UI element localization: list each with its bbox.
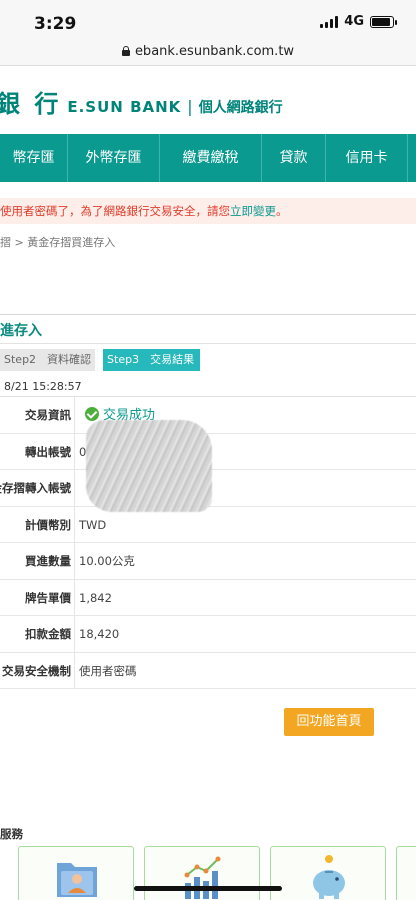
battery-icon — [370, 15, 397, 28]
detail-value: 10.00公克 — [74, 543, 416, 579]
service-tile-profile[interactable] — [18, 846, 134, 900]
detail-value: 1,842 — [74, 579, 416, 615]
detail-value: 使用者密碼 — [74, 652, 416, 688]
browser-url-bar[interactable]: ebank.esunbank.com.tw — [0, 40, 416, 66]
nav-item-foreign-deposit[interactable]: 外幣存匯 — [68, 134, 160, 182]
nav-item-credit-card[interactable]: 信用卡 — [326, 134, 408, 182]
notice-tail: 。 — [276, 204, 288, 218]
detail-label: 交易安全機制 — [2, 663, 71, 678]
detail-value: 18,420 — [74, 616, 416, 652]
service-tile-investment[interactable] — [144, 846, 260, 900]
brand-english: E.SUN BANK — [67, 98, 182, 116]
step-3: Step3 交易結果 — [103, 349, 201, 371]
profile-folder-icon — [57, 863, 97, 897]
detail-row: 買進數量 10.00公克 — [0, 543, 416, 580]
brand-subtitle: 個人網路銀行 — [198, 100, 283, 116]
breadcrumb: 摺 > 黃金存摺買進存入 — [0, 236, 116, 249]
detail-row: 扣款金額 18,420 — [0, 616, 416, 653]
piggy-bank-icon — [313, 855, 345, 899]
lock-icon — [121, 46, 130, 56]
nav-item-twd-deposit[interactable]: 幣存匯 — [0, 134, 68, 182]
step-2: Step2 資料確認 — [0, 349, 96, 371]
title-underline — [0, 343, 416, 344]
detail-row: 計價幣別 TWD — [0, 506, 416, 543]
check-circle-icon — [85, 407, 99, 421]
nav-item-loans[interactable]: 貸款 — [262, 134, 326, 182]
detail-label: 金存摺轉入帳號 — [0, 481, 71, 495]
detail-label: 牌告單價 — [25, 590, 71, 605]
change-password-link[interactable]: 立即變更 — [230, 204, 276, 218]
main-nav: 幣存匯 外幣存匯 繳費繳稅 貸款 信用卡 — [0, 134, 416, 182]
transaction-timestamp: 8/21 15:28:57 — [4, 380, 82, 393]
detail-label: 買進數量 — [25, 554, 71, 568]
bank-logo[interactable]: 銀 行 E.SUN BANK | 個人網路銀行 — [0, 84, 283, 118]
status-indicators: 4G — [320, 14, 397, 29]
brand-chinese: 銀 行 — [0, 90, 62, 118]
network-label: 4G — [344, 14, 364, 29]
step-indicator: Step2 資料確認 Step3 交易結果 — [0, 349, 201, 371]
status-time: 3:29 — [34, 14, 77, 34]
detail-row: 交易安全機制 使用者密碼 — [0, 652, 416, 689]
signal-icon — [320, 15, 339, 28]
detail-label: 計價幣別 — [25, 517, 71, 532]
status-bar: 3:29 4G — [0, 0, 416, 40]
detail-label: 扣款金額 — [25, 627, 71, 641]
services-heading: 服務 — [0, 827, 23, 841]
password-notice: 使用者密碼了，為了網路銀行交易安全，請您立即變更。 — [0, 198, 416, 224]
service-tiles — [18, 846, 416, 900]
service-tile-savings[interactable] — [270, 846, 386, 900]
url-text: ebank.esunbank.com.tw — [134, 44, 295, 59]
detail-row: 牌告單價 1,842 — [0, 579, 416, 616]
nav-item-payments[interactable]: 繳費繳稅 — [160, 134, 262, 182]
detail-row: 交易資訊 交易成功 — [0, 397, 416, 434]
notice-text: 使用者密碼了，為了網路銀行交易安全，請您 — [0, 204, 230, 218]
detail-label: 交易資訊 — [25, 408, 71, 422]
page-title: 進存入 — [0, 323, 42, 339]
service-tile-more[interactable] — [396, 846, 416, 900]
redaction-mark — [86, 420, 212, 512]
bar-chart-icon — [184, 856, 221, 899]
detail-label: 轉出帳號 — [25, 444, 71, 459]
brand-separator: | — [187, 97, 193, 116]
section-divider — [0, 314, 416, 315]
back-to-home-button[interactable]: 回功能首頁 — [284, 708, 374, 736]
home-indicator — [134, 886, 282, 891]
